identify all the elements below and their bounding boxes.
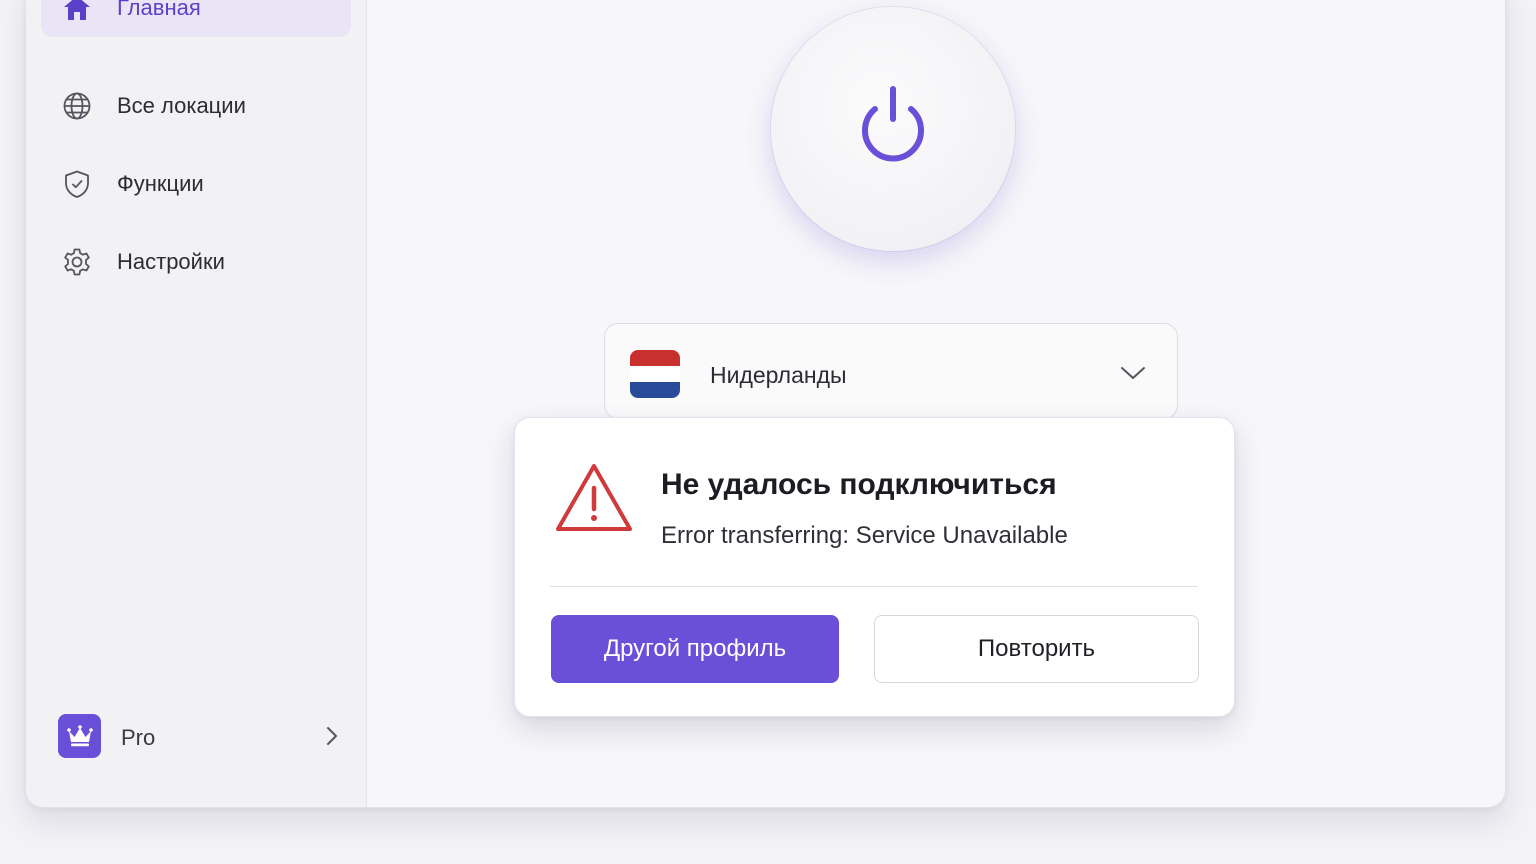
- netherlands-flag-icon: [630, 350, 680, 398]
- home-icon: [61, 0, 93, 24]
- error-dialog: Не удалось подключиться Error transferri…: [514, 417, 1235, 717]
- retry-button[interactable]: Повторить: [874, 615, 1199, 683]
- sidebar-item-label: Настройки: [117, 249, 225, 274]
- gear-icon: [61, 246, 93, 278]
- globe-icon: [61, 90, 93, 122]
- connect-power-button[interactable]: [771, 7, 1015, 251]
- pro-upgrade-item[interactable]: Pro: [58, 714, 343, 760]
- other-profile-button[interactable]: Другой профиль: [551, 615, 839, 683]
- sidebar-item-label: Все локации: [117, 93, 246, 118]
- sidebar-item-label: Главная: [117, 0, 201, 20]
- location-select[interactable]: Нидерланды: [604, 323, 1178, 419]
- sidebar: Главная Все локации Функции Настройки Pr…: [26, 0, 367, 807]
- chevron-down-icon: [1119, 364, 1147, 382]
- sidebar-item-home[interactable]: Главная: [41, 0, 351, 37]
- pro-label: Pro: [121, 725, 156, 750]
- sidebar-item-label: Функции: [117, 171, 204, 196]
- sidebar-item-features[interactable]: Функции: [41, 155, 351, 213]
- app-window: Главная Все локации Функции Настройки Pr…: [25, 0, 1506, 808]
- dialog-title: Не удалось подключиться: [661, 468, 1057, 501]
- power-icon: [845, 79, 941, 180]
- crown-icon: [58, 714, 101, 758]
- warning-icon: [555, 462, 633, 534]
- chevron-right-icon: [321, 724, 343, 748]
- sidebar-item-settings[interactable]: Настройки: [41, 233, 351, 291]
- sidebar-item-all-locations[interactable]: Все локации: [41, 77, 351, 135]
- shield-icon: [61, 168, 93, 200]
- location-name: Нидерланды: [710, 362, 847, 388]
- divider: [550, 586, 1198, 587]
- dialog-message: Error transferring: Service Unavailable: [661, 522, 1068, 549]
